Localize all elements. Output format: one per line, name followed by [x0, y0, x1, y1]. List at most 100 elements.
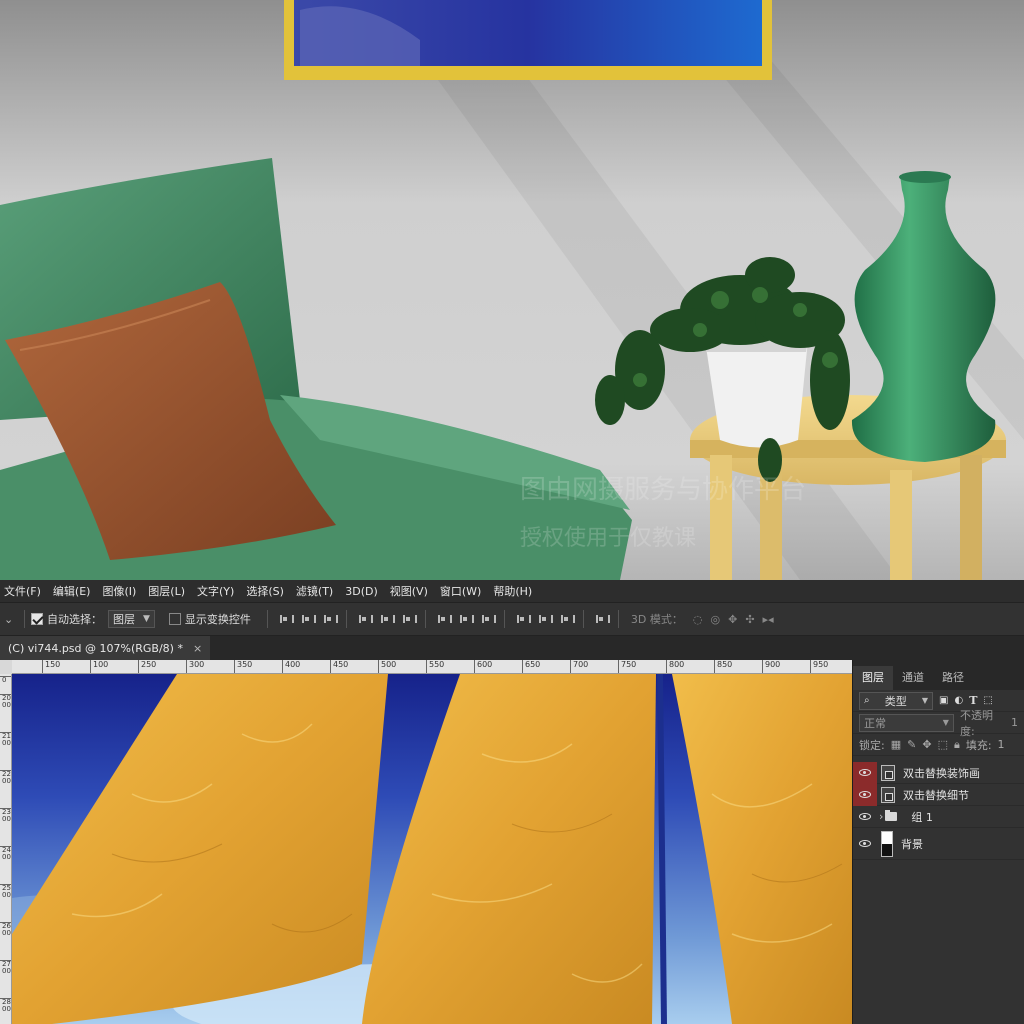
layer-row[interactable]: 双击替换细节 [853, 783, 1024, 806]
distribute-hcenter-icon[interactable] [538, 613, 553, 625]
3d-slide-icon[interactable]: ✣ [745, 613, 754, 626]
menu-filter[interactable]: 滤镜(T) [292, 583, 341, 599]
ruler-tick: 2600 [0, 922, 11, 937]
auto-select-checkbox[interactable] [31, 613, 43, 625]
tab-layers[interactable]: 图层 [853, 666, 893, 690]
ruler-tick: 300 [186, 660, 204, 673]
layer-group-row[interactable]: › 组 1 [853, 806, 1024, 828]
tab-channels[interactable]: 通道 [893, 666, 933, 690]
divider [424, 610, 426, 628]
layer-row[interactable]: 双击替换装饰画 [853, 761, 1024, 784]
divider [345, 610, 347, 628]
tool-preset-chevron-icon[interactable]: ⌄ [4, 613, 18, 626]
3d-roll-icon[interactable]: ◎ [711, 613, 721, 626]
tab-paths[interactable]: 路径 [933, 666, 973, 690]
menu-window[interactable]: 窗口(W) [436, 583, 489, 599]
ruler-tick: 2000 [0, 694, 11, 709]
layers-panel: 图层 通道 路径 ⌕ 类型 ▼ ▣ ◐ T ⬚ 正常 ▼ 不透明度: 1 锁定:… [852, 660, 1024, 1024]
3d-mode-label: 3D 模式： [630, 613, 683, 626]
ruler-origin[interactable] [0, 660, 12, 674]
filter-shape-icon[interactable]: ⬚ [983, 695, 992, 706]
ruler-tick: 150 [42, 660, 60, 673]
menu-bar: 文件(F) 编辑(E) 图像(I) 图层(L) 文字(Y) 选择(S) 滤镜(T… [0, 580, 1024, 602]
menu-help[interactable]: 帮助(H) [489, 583, 540, 599]
3d-orbit-icon[interactable]: ◌ [693, 613, 703, 626]
ruler-tick: 400 [282, 660, 300, 673]
align-bottom-icon[interactable] [323, 613, 338, 625]
align-hcenter-icon[interactable] [380, 613, 395, 625]
lock-pixels-icon[interactable]: ▦ [891, 738, 901, 751]
show-transform-checkbox[interactable] [168, 613, 181, 625]
close-tab-icon[interactable]: × [193, 642, 202, 655]
opacity-value[interactable]: 1 [1011, 716, 1018, 729]
chevron-down-icon: ▼ [942, 718, 949, 727]
distribute-left-icon[interactable] [516, 613, 531, 625]
ruler-tick: 2300 [0, 808, 11, 823]
distribute-right-icon[interactable] [560, 613, 575, 625]
menu-image[interactable]: 图像(I) [98, 583, 144, 599]
lock-position-icon[interactable]: ✥ [922, 738, 931, 751]
align-vcenter-icon[interactable] [301, 613, 316, 625]
visibility-eye-icon[interactable] [853, 783, 877, 806]
layer-row[interactable]: 背景 [853, 828, 1024, 860]
align-right-icon[interactable] [402, 613, 417, 625]
smart-object-thumbnail [881, 764, 895, 781]
lock-all-icon[interactable]: 🔒︎ [954, 738, 960, 752]
auto-select-target-value: 图层 [113, 613, 135, 626]
align-left-icon[interactable] [358, 613, 373, 625]
layer-name: 背景 [901, 837, 923, 851]
smart-object-thumbnail [881, 786, 895, 803]
distribute-top-icon[interactable] [437, 613, 452, 625]
ruler-tick: 900 [762, 660, 780, 673]
distribute-vcenter-icon[interactable] [459, 613, 474, 625]
ruler-tick: 550 [426, 660, 444, 673]
fill-label: 填充: [965, 738, 992, 752]
document-tab-title: (C) vi744.psd @ 107%(RGB/8) * [8, 641, 183, 655]
visibility-eye-icon[interactable] [853, 806, 877, 828]
layer-name: 组 1 [911, 810, 933, 824]
document-tab-bar: (C) vi744.psd @ 107%(RGB/8) * × [0, 636, 1024, 660]
menu-type[interactable]: 文字(Y) [193, 583, 242, 599]
visibility-eye-icon[interactable] [853, 833, 877, 855]
3d-pan-icon[interactable]: ✥ [728, 613, 737, 626]
filter-adjustment-icon[interactable]: ◐ [954, 695, 963, 706]
ruler-tick: 2800 [0, 998, 11, 1013]
3d-scale-icon[interactable]: ▸◂ [763, 613, 774, 626]
horizontal-ruler[interactable]: 150 100 250 300 350 400 450 500 550 600 … [12, 660, 852, 674]
divider [503, 610, 505, 628]
lock-artboard-icon[interactable]: ⬚ [938, 738, 948, 751]
ruler-tick: 500 [378, 660, 396, 673]
menu-layer[interactable]: 图层(L) [144, 583, 193, 599]
divider [24, 610, 25, 628]
menu-view[interactable]: 视图(V) [386, 583, 436, 599]
auto-align-icon[interactable] [595, 613, 610, 625]
visibility-eye-icon[interactable] [853, 761, 877, 784]
kind-filter-dropdown[interactable]: ⌕ 类型 ▼ [859, 691, 933, 710]
align-top-icon[interactable] [279, 613, 294, 625]
menu-file[interactable]: 文件(F) [0, 583, 49, 599]
document-canvas[interactable] [12, 674, 852, 1024]
ruler-tick: 450 [330, 660, 348, 673]
filter-type-icon[interactable]: T [969, 694, 977, 707]
blend-mode-dropdown[interactable]: 正常 ▼ [859, 713, 954, 732]
document-tab[interactable]: (C) vi744.psd @ 107%(RGB/8) * × [0, 636, 211, 660]
lock-paint-icon[interactable]: ✎ [907, 738, 916, 751]
menu-edit[interactable]: 编辑(E) [49, 583, 99, 599]
search-icon: ⌕ [864, 695, 870, 706]
watermark-line-1: 图由网摄服务与协作平台 [520, 475, 806, 505]
kind-filter-value: 类型 [884, 694, 907, 708]
vertical-ruler[interactable]: 0 2000 2100 2200 2300 2400 2500 2600 270… [0, 674, 12, 1024]
menu-3d[interactable]: 3D(D) [341, 585, 386, 598]
layer-name: 双击替换细节 [903, 788, 969, 802]
expand-chevron-icon[interactable]: › [879, 810, 883, 823]
fill-value[interactable]: 1 [998, 738, 1005, 751]
distribute-bottom-icon[interactable] [481, 613, 496, 625]
chevron-down-icon: ▼ [143, 614, 150, 624]
ruler-tick: 650 [522, 660, 540, 673]
chevron-down-icon: ▼ [921, 696, 928, 705]
menu-select[interactable]: 选择(S) [242, 583, 292, 599]
divider [582, 610, 584, 628]
ruler-tick: 350 [234, 660, 252, 673]
auto-select-target-dropdown[interactable]: 图层 ▼ [108, 610, 155, 628]
filter-pixel-icon[interactable]: ▣ [939, 695, 948, 706]
